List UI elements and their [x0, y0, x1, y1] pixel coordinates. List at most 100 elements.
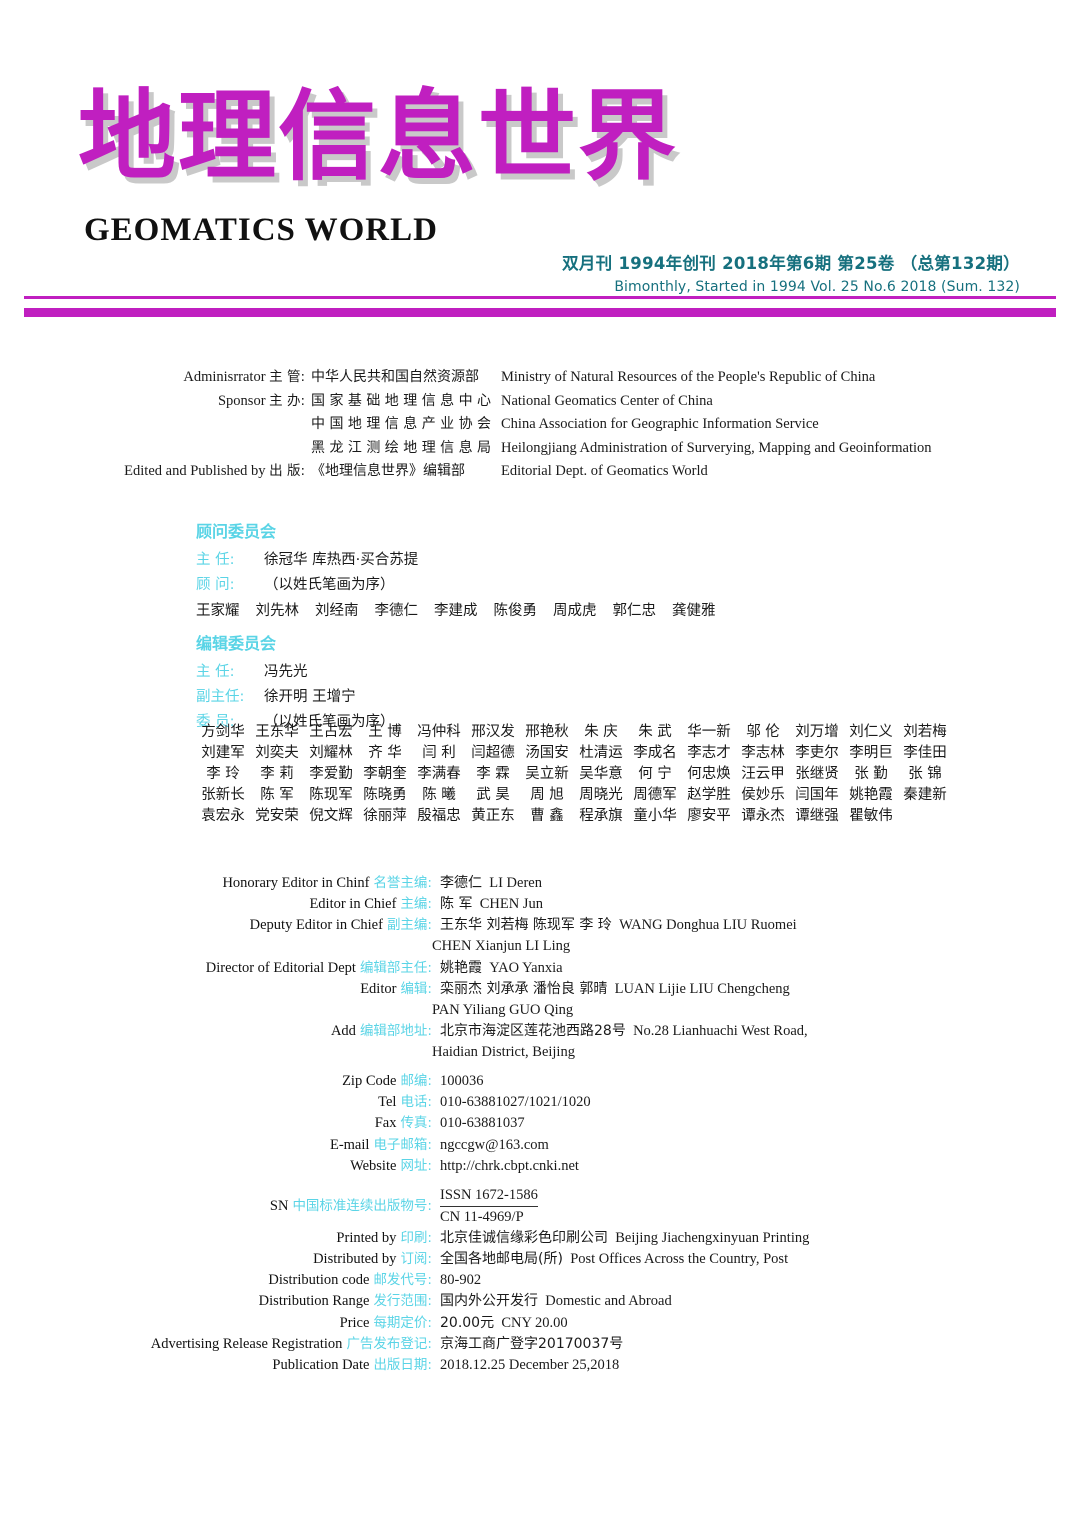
member-name: 程承旗 — [579, 808, 623, 825]
member-name: 张 勤 — [854, 766, 888, 783]
member-name: 徐丽萍 — [363, 808, 407, 825]
publisher-row-label: Edited and Published by 出 版: — [124, 463, 305, 480]
detail-row: Distributed by 订阅: 全国各地邮电局(所) Post Offices… — [0, 1250, 1080, 1269]
detail-row-sn: SN 中国标准连续出版物号: ISSN 1672-1586 CN 11-4969/P — [0, 1186, 1080, 1227]
publisher-row: 中 国 地 理 信 息 产 业 协 会 China Association for… — [0, 415, 1080, 435]
member-name: 侯妙乐 — [741, 787, 785, 804]
detail-value-continuation: PAN Yiliang GUO Qing — [432, 1001, 574, 1018]
publisher-row-value-english: Editorial Dept. of Geomatics World — [501, 463, 708, 480]
advisor-name: 周成虎 — [553, 602, 597, 619]
member-name: 倪文辉 — [309, 808, 353, 825]
journal-title-english: GEOMATICS WORLD — [84, 212, 438, 248]
issue-info: 双月刊 1994年创刊 2018年第6期 第25卷 （总第132期） Bimon… — [562, 252, 1020, 298]
detail-row: Fax 传真: 010-63881037 — [0, 1114, 1080, 1133]
detail-label: Deputy Editor in Chief 副主编: — [249, 917, 432, 934]
member-name: 王占宏 — [309, 724, 353, 740]
issn-value: ISSN 1672-1586 — [440, 1186, 538, 1207]
publisher-row-value-chinese: 《地理信息世界》编辑部 — [311, 463, 465, 480]
detail-label-sn: SN 中国标准连续出版物号: — [269, 1197, 432, 1214]
detail-row: Zip Code 邮编: 100036 — [0, 1072, 1080, 1091]
detail-label: E-mail 电子邮箱: — [329, 1136, 432, 1153]
member-name: 刘建军 — [201, 745, 245, 762]
editorial-vicechair-label: 副主任: — [196, 688, 245, 705]
member-name: 曹 鑫 — [530, 808, 564, 825]
member-name: 吴立新 — [525, 766, 569, 783]
detail-value: ngccgw@163.com — [440, 1136, 549, 1153]
divider-rule-thick — [24, 308, 1056, 317]
editorial-committee-heading: 编辑委员会 — [196, 634, 277, 653]
member-name: 陈晓勇 — [363, 787, 407, 804]
member-grid-row: 袁宏永 党安荣 倪文辉 徐丽萍 殷福忠 黄正东曹 鑫程承旗 童小华 廖安平 谭永杰 谭继强 瞿敏伟 — [196, 806, 956, 827]
detail-label: Honorary Editor in Chinf 名誉主编: — [222, 875, 432, 891]
member-name: 华一新 — [687, 724, 731, 740]
publisher-row-value-english: National Geomatics Center of China — [501, 392, 713, 409]
advisor-name: 王家耀 — [196, 602, 240, 619]
advisor-name: 李建成 — [434, 602, 478, 619]
detail-value: 20.00元 CNY 20.00 — [440, 1314, 568, 1331]
detail-label: Distribution Range 发行范围: — [258, 1293, 432, 1310]
member-name: 陈现军 — [309, 787, 353, 804]
advisor-name: 刘先林 — [255, 602, 300, 619]
detail-row: Add 编辑部地址: 北京市海淀区莲花池西路28号 No.28 Lianhuachi… — [0, 1022, 1080, 1041]
publisher-row: Edited and Published by 出 版: 《地理信息世界》编辑部 E… — [0, 462, 1080, 482]
publisher-row: Adminisrrator 主 管: 中华人民共和国自然资源部 Ministry o… — [0, 368, 1080, 388]
advisory-committee: 顾问委员会 主 任: 徐冠华 库热西·买合苏提 顾 问: （以姓氏笔画为序） 王… — [196, 518, 1056, 622]
detail-value: 2018.12.25 December 25,2018 — [440, 1356, 620, 1373]
detail-row: Director of Editorial Dept 编辑部主任: 姚艳霞 YAO … — [0, 959, 1080, 978]
advisory-advisor-label: 顾 问: — [196, 576, 235, 593]
publisher-row-value-english: Ministry of Natural Resources of the Peo… — [501, 369, 876, 385]
member-grid-row: 方剑华 王东华 王占宏王 博冯仲科 邢汉发 邢艳秋朱 庆 朱 武华一新邬 伦刘万增 刘仁义刘… — [196, 722, 956, 743]
detail-label: Fax 传真: — [374, 1115, 432, 1132]
advisory-chair-row: 主 任: 徐冠华 库热西·买合苏提 — [196, 551, 1056, 570]
detail-row: Distribution code 邮发代号: 80-902 — [0, 1271, 1080, 1290]
detail-label: Printed by 印刷: — [336, 1230, 432, 1246]
member-name: 陈 曦 — [422, 787, 456, 804]
detail-spacer — [0, 1064, 1080, 1072]
detail-row: E-mail 电子邮箱: ngccgw@163.com — [0, 1136, 1080, 1155]
advisor-name: 刘经南 — [315, 602, 359, 619]
detail-row: Advertising Release Registration 广告发布登记: 京… — [0, 1335, 1080, 1354]
publisher-row: 黑 龙 江 测 绘 地 理 信 息 局 Heilongjiang Administ… — [0, 439, 1080, 459]
member-name: 杜清运 — [579, 745, 623, 762]
detail-row: Website 网址: http://chrk.cbpt.cnki.net — [0, 1157, 1080, 1176]
publisher-row-value-chinese: 黑 龙 江 测 绘 地 理 信 息 局 — [311, 439, 492, 456]
detail-row: Publication Date 出版日期: 2018.12.25 December… — [0, 1356, 1080, 1375]
issue-info-english: Bimonthly, Started in 1994 Vol. 25 No.6 … — [614, 278, 1020, 295]
member-name: 刘万增 — [795, 724, 839, 740]
journal-title-chinese: 地理信息世界 — [78, 80, 679, 194]
member-name: 殷福忠 — [417, 808, 461, 825]
member-grid-row: 李 玲 李 莉李爱勤 李朝奎 李满春李 霖吴立新 吴华意何 宁何忠焕 汪云甲 张继贤张 勤 张… — [196, 764, 956, 785]
member-name: 吴华意 — [579, 766, 623, 783]
detail-label: Advertising Release Registration 广告发布登记: — [150, 1335, 432, 1352]
member-name: 李朝奎 — [363, 766, 407, 783]
member-name: 廖安平 — [687, 808, 731, 825]
detail-value: 北京佳诚信缘彩色印刷公司 Beijing Jiachengxinyuan Pri… — [440, 1230, 810, 1246]
member-name: 周德军 — [633, 787, 677, 804]
journal-details-block: Honorary Editor in Chinf 名誉主编: 李德仁 LI Dere… — [0, 874, 1080, 1377]
member-name: 李佳田 — [903, 745, 947, 762]
detail-value: 80-902 — [440, 1272, 482, 1289]
editorial-vicechair-value: 徐开明 王增宁 — [264, 688, 356, 705]
member-name: 张继贤 — [795, 766, 839, 783]
member-name: 王 博 — [368, 724, 402, 740]
advisory-advisor-row: 顾 问: （以姓氏笔画为序） — [196, 576, 1056, 595]
editorial-chair-label: 主 任: — [196, 664, 235, 680]
member-name: 何 宁 — [638, 766, 672, 783]
cn-number-value: CN 11-4969/P — [440, 1208, 524, 1225]
member-name: 方剑华 — [201, 724, 245, 740]
advisor-name: 龚健雅 — [672, 602, 716, 619]
member-name: 汤国安 — [525, 745, 569, 762]
divider-rule-thin — [24, 296, 1056, 299]
member-name: 李明巨 — [849, 745, 893, 762]
member-name: 童小华 — [633, 808, 677, 825]
advisory-name-list: 王家耀 刘先林 刘经南 李德仁 李建成 陈俊勇 周成虎 郭仁忠 龚健雅 — [196, 601, 1056, 622]
member-name: 黄正东 — [471, 808, 515, 825]
member-grid-row: 张新长陈 军陈现军 陈晓勇陈 曦 武 昊 周 旭周晓光 周德军 赵学胜 侯妙乐 闫国年 姚艳霞秦… — [196, 785, 956, 806]
publisher-row-value-english: China Association for Geographic Informa… — [501, 416, 819, 433]
member-name: 冯仲科 — [417, 724, 461, 740]
advisor-name: 李德仁 — [374, 602, 419, 619]
advisory-chair-value: 徐冠华 库热西·买合苏提 — [264, 552, 419, 568]
advisor-name: 陈俊勇 — [493, 602, 538, 619]
advisor-name: 郭仁忠 — [612, 602, 657, 619]
member-name: 秦建新 — [903, 787, 947, 804]
